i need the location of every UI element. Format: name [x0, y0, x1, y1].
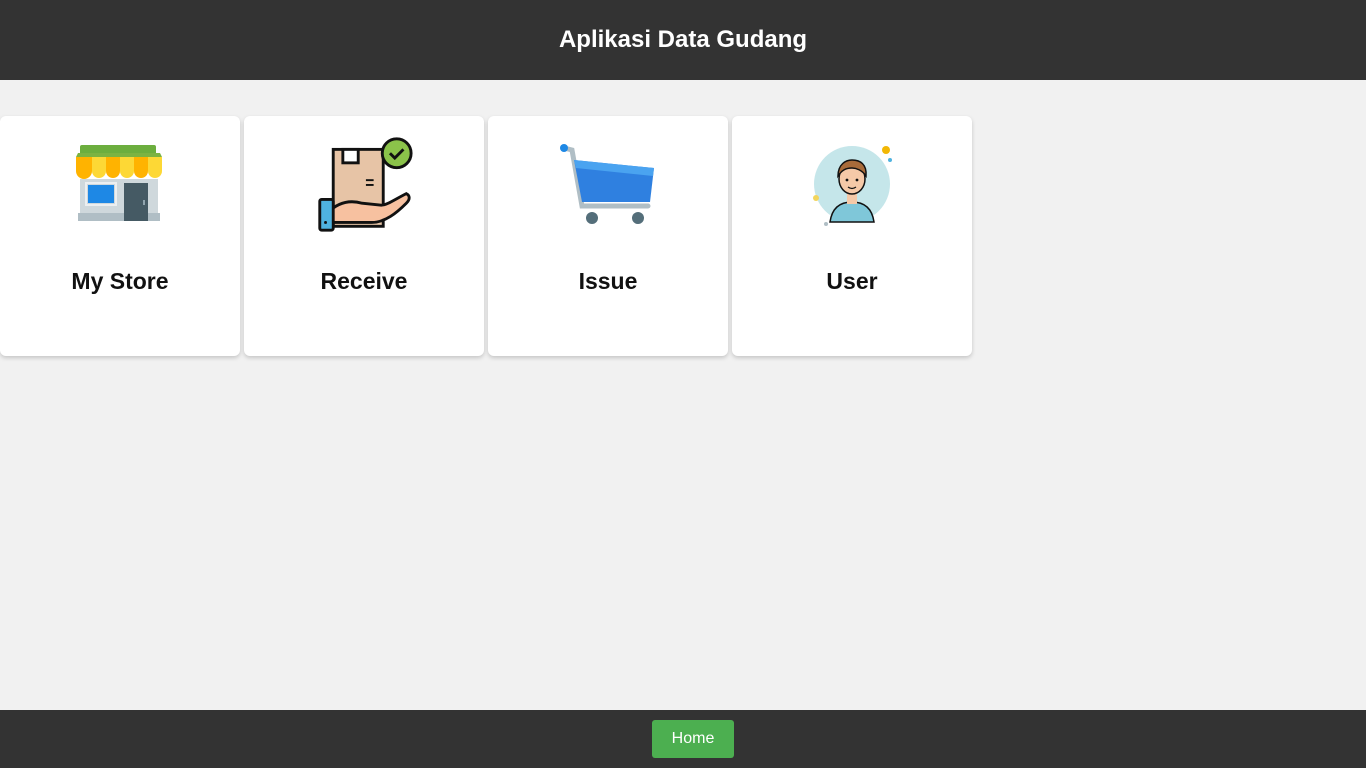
app-header: Aplikasi Data Gudang	[0, 0, 1366, 80]
footer-bar: Home	[0, 710, 1366, 768]
menu-card-my-store[interactable]: My Store	[0, 116, 240, 356]
menu-grid: My Store Receive Issue User	[0, 116, 972, 356]
menu-card-label: Issue	[578, 268, 638, 294]
menu-card-label: My Store	[71, 268, 169, 294]
menu-card-label: User	[826, 268, 878, 294]
store-icon	[70, 134, 170, 234]
menu-card-receive[interactable]: Receive	[244, 116, 484, 356]
menu-card-label: Receive	[320, 268, 408, 294]
menu-card-issue[interactable]: Issue	[488, 116, 728, 356]
shopping-cart-icon	[558, 134, 658, 234]
home-button[interactable]: Home	[652, 720, 734, 758]
user-avatar-icon	[802, 134, 902, 234]
app-title: Aplikasi Data Gudang	[558, 26, 808, 53]
receive-box-icon	[314, 134, 414, 234]
menu-card-user[interactable]: User	[732, 116, 972, 356]
